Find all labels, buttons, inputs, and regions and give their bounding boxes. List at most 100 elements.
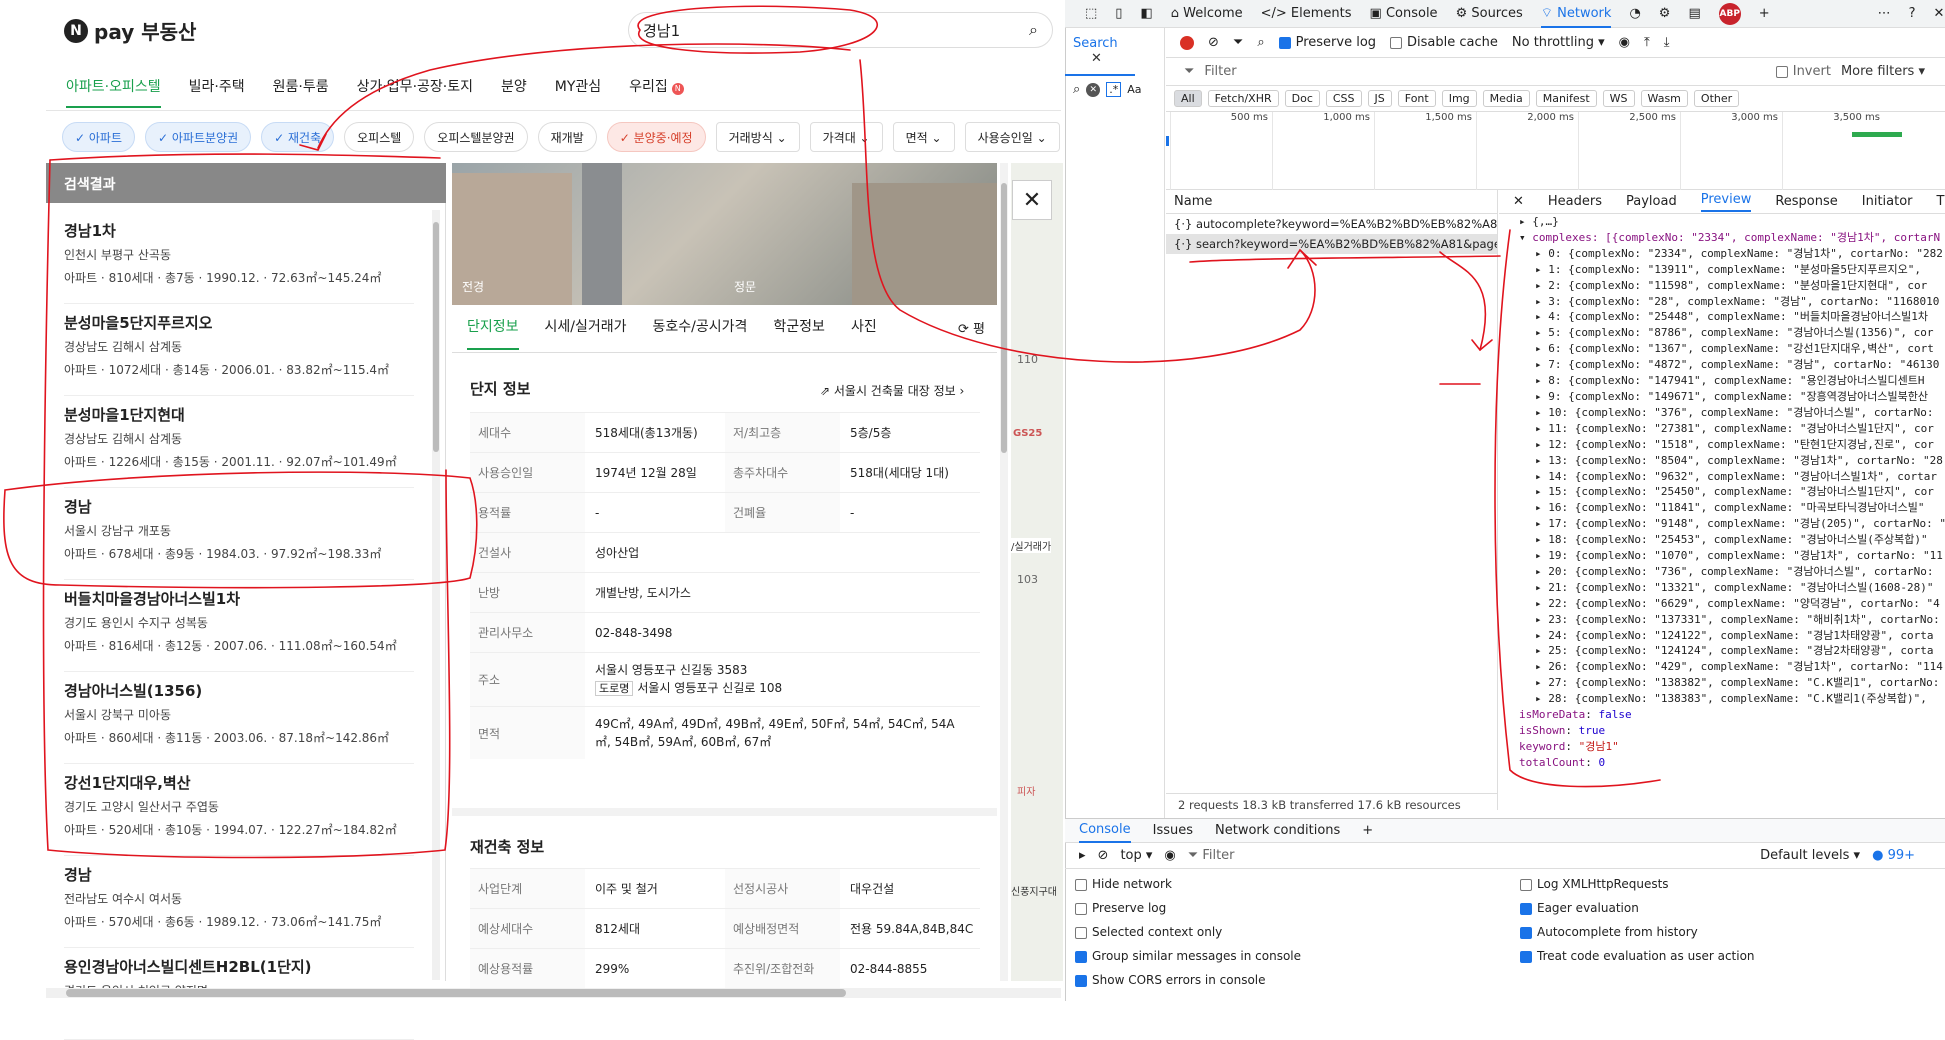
nav-item[interactable]: 상가·업무·공장·토지	[357, 76, 473, 108]
context-select[interactable]: top ▾	[1120, 848, 1152, 863]
console-setting[interactable]: Selected context only	[1075, 925, 1301, 949]
console-setting[interactable]: Eager evaluation	[1520, 901, 1755, 925]
filter-chip[interactable]: 오피스텔분양권	[424, 122, 528, 152]
clear-console-icon[interactable]: ⊘	[1098, 848, 1109, 863]
close-devtools-icon[interactable]: ✕	[1934, 6, 1945, 21]
type-filter-css[interactable]: CSS	[1325, 90, 1362, 107]
json-item[interactable]: ▸ 1: {complexNo: "13911", complexName: "…	[1519, 262, 1945, 278]
json-item[interactable]: ▸ 23: {complexNo: "137331", complexName:…	[1519, 612, 1945, 628]
result-item[interactable]: 경남 전라남도 여수시 여서동 아파트 · 570세대 · 총6동 · 1989.1…	[64, 864, 414, 948]
building-registry-link[interactable]: ⇗ 서울시 건축물 대장 정보 ›	[820, 382, 964, 399]
close-search-icon[interactable]: ✕	[1091, 51, 1102, 66]
type-filter-media[interactable]: Media	[1482, 90, 1530, 107]
type-filter-ws[interactable]: WS	[1602, 90, 1635, 107]
filter-icon[interactable]: ⏷	[1233, 35, 1243, 50]
detail-tab-more[interactable]: ⟳ 평	[958, 318, 985, 337]
invert-checkbox[interactable]: Invert	[1775, 64, 1831, 79]
setting-checkbox[interactable]	[1520, 926, 1532, 939]
brand-logo[interactable]: N pay 부동산	[64, 16, 196, 45]
application-icon[interactable]: ▤	[1688, 6, 1700, 21]
json-item[interactable]: ▸ 26: {complexNo: "429", complexName: "경…	[1519, 659, 1945, 675]
json-item[interactable]: ▸ 17: {complexNo: "9148", complexName: "…	[1519, 516, 1945, 532]
detail-tab[interactable]: 단지정보	[467, 316, 519, 350]
tab-sources[interactable]: ⚙ Sources	[1456, 6, 1523, 21]
json-item[interactable]: ▸ 3: {complexNo: "28", complexName: "경남"…	[1519, 294, 1945, 310]
throttling-select[interactable]: No throttling ▾	[1512, 35, 1605, 50]
nav-item[interactable]: MY관심	[555, 76, 601, 108]
result-item[interactable]: 용인경남아너스빌디센트H2BL(1단지)경기도 용인시 처인구 양지면	[64, 956, 414, 1040]
json-item[interactable]: ▸ 20: {complexNo: "736", complexName: "경…	[1519, 564, 1945, 580]
search-input[interactable]: 경남1 ⌕	[628, 12, 1053, 48]
preview-tab-initiator[interactable]: Initiator	[1862, 194, 1913, 209]
type-filter-font[interactable]: Font	[1397, 90, 1436, 107]
complex-photo[interactable]: 전경 정문	[452, 163, 997, 305]
import-har-icon[interactable]: ⤒	[1644, 35, 1650, 50]
console-setting[interactable]: Treat code evaluation as user action	[1520, 949, 1755, 973]
filter-chip[interactable]: 면적 ⌄	[892, 122, 955, 152]
filter-chip[interactable]: ✓ 아파트	[62, 122, 135, 152]
detail-tab[interactable]: 시세/실거래가	[545, 316, 627, 350]
json-root[interactable]: ▸ {,…}	[1519, 214, 1945, 230]
setting-checkbox[interactable]	[1075, 926, 1087, 939]
drawer-tab-issues[interactable]: Issues	[1153, 823, 1193, 838]
preview-tab-headers[interactable]: Headers	[1548, 194, 1602, 209]
json-item[interactable]: ▸ 28: {complexNo: "138383", complexName:…	[1519, 691, 1945, 707]
json-line[interactable]: keyword: "경남1"	[1519, 739, 1945, 755]
request-row[interactable]: {·} autocomplete?keyword=%EA%B2%BD%EB%82…	[1166, 214, 1497, 234]
setting-checkbox[interactable]	[1075, 974, 1087, 987]
type-filter-doc[interactable]: Doc	[1284, 90, 1320, 107]
filter-chip[interactable]: ✓ 재건축	[261, 122, 335, 152]
console-setting[interactable]: Group similar messages in console	[1075, 949, 1301, 973]
preview-tab-timing[interactable]: Timing	[1937, 194, 1945, 209]
record-icon[interactable]	[1180, 35, 1194, 50]
json-item[interactable]: ▸ 6: {complexNo: "1367", complexName: "강…	[1519, 341, 1945, 357]
results-scrollbar[interactable]	[432, 210, 440, 980]
json-item[interactable]: ▸ 24: {complexNo: "124122", complexName:…	[1519, 628, 1945, 644]
map-area[interactable]: 110 GS25 103 /실거래가 피자 신풍지구대	[1011, 163, 1063, 981]
filter-input[interactable]: Filter	[1204, 64, 1765, 79]
result-item[interactable]: 분성마을5단지푸르지오 경상남도 김해시 삼계동 아파트 · 1072세대 · 총1…	[64, 312, 414, 396]
close-preview-icon[interactable]: ✕	[1513, 194, 1524, 209]
drawer-tab-console[interactable]: Console	[1079, 818, 1131, 843]
json-item[interactable]: ▸ 5: {complexNo: "8786", complexName: "경…	[1519, 325, 1945, 341]
json-item[interactable]: ▸ 7: {complexNo: "4872", complexName: "경…	[1519, 357, 1945, 373]
search-tab[interactable]: Search ✕	[1065, 28, 1135, 76]
json-item[interactable]: ▸ 12: {complexNo: "1518", complexName: "…	[1519, 437, 1945, 453]
help-icon[interactable]: ?	[1909, 6, 1916, 21]
performance-icon[interactable]: ◔	[1629, 6, 1640, 21]
preview-tab-preview[interactable]: Preview	[1700, 192, 1752, 212]
nav-item[interactable]: 분양	[501, 76, 527, 108]
filter-chip[interactable]: 재개발	[537, 122, 597, 152]
json-item[interactable]: ▸ 21: {complexNo: "13321", complexName: …	[1519, 580, 1945, 596]
live-expression-icon[interactable]: ◉	[1164, 848, 1175, 863]
detail-tab[interactable]: 학군정보	[773, 316, 825, 350]
adblock-badge[interactable]: ABP	[1718, 2, 1741, 25]
json-item[interactable]: ▸ 19: {complexNo: "1070", complexName: "…	[1519, 548, 1945, 564]
type-filter-fetchxhr[interactable]: Fetch/XHR	[1207, 90, 1279, 107]
disable-cache-checkbox[interactable]: Disable cache	[1390, 35, 1498, 50]
tab-network[interactable]: ⌔ Network	[1540, 0, 1612, 28]
search-icon[interactable]: ⌕	[1029, 20, 1038, 40]
json-item[interactable]: ▸ 9: {complexNo: "149671", complexName: …	[1519, 389, 1945, 405]
clear-search-icon[interactable]: ✕	[1086, 82, 1101, 97]
json-line[interactable]: isShown: true	[1519, 723, 1945, 739]
result-item[interactable]: 분성마을1단지현대 경상남도 김해시 삼계동 아파트 · 1226세대 · 총15동…	[64, 404, 414, 488]
preview-tab-response[interactable]: Response	[1775, 194, 1837, 209]
filter-chip[interactable]: 거래방식 ⌄	[715, 122, 800, 152]
console-setting[interactable]: Log XMLHttpRequests	[1520, 877, 1755, 901]
nav-item[interactable]: 아파트·오피스텔	[66, 76, 161, 108]
request-row[interactable]: {·} search?keyword=%EA%B2%BD%EB%82%A81&p…	[1166, 234, 1497, 254]
tab-console[interactable]: ▣ Console	[1370, 6, 1438, 21]
detail-tab[interactable]: 사진	[851, 316, 877, 350]
json-item[interactable]: ▸ 27: {complexNo: "138382", complexName:…	[1519, 675, 1945, 691]
device-toolbar-icon[interactable]: ▯	[1115, 6, 1122, 21]
json-line[interactable]: ▾ complexes: [{complexNo: "2334", comple…	[1519, 230, 1945, 246]
json-line[interactable]: isMoreData: false	[1519, 707, 1945, 723]
filter-chip[interactable]: 오피스텔	[344, 122, 415, 152]
json-item[interactable]: ▸ 10: {complexNo: "376", complexName: "경…	[1519, 405, 1945, 421]
json-item[interactable]: ▸ 11: {complexNo: "27381", complexName: …	[1519, 421, 1945, 437]
name-column-header[interactable]: Name	[1166, 190, 1497, 214]
type-filter-other[interactable]: Other	[1693, 90, 1740, 107]
json-item[interactable]: ▸ 14: {complexNo: "9632", complexName: "…	[1519, 469, 1945, 485]
setting-checkbox[interactable]	[1520, 902, 1532, 915]
